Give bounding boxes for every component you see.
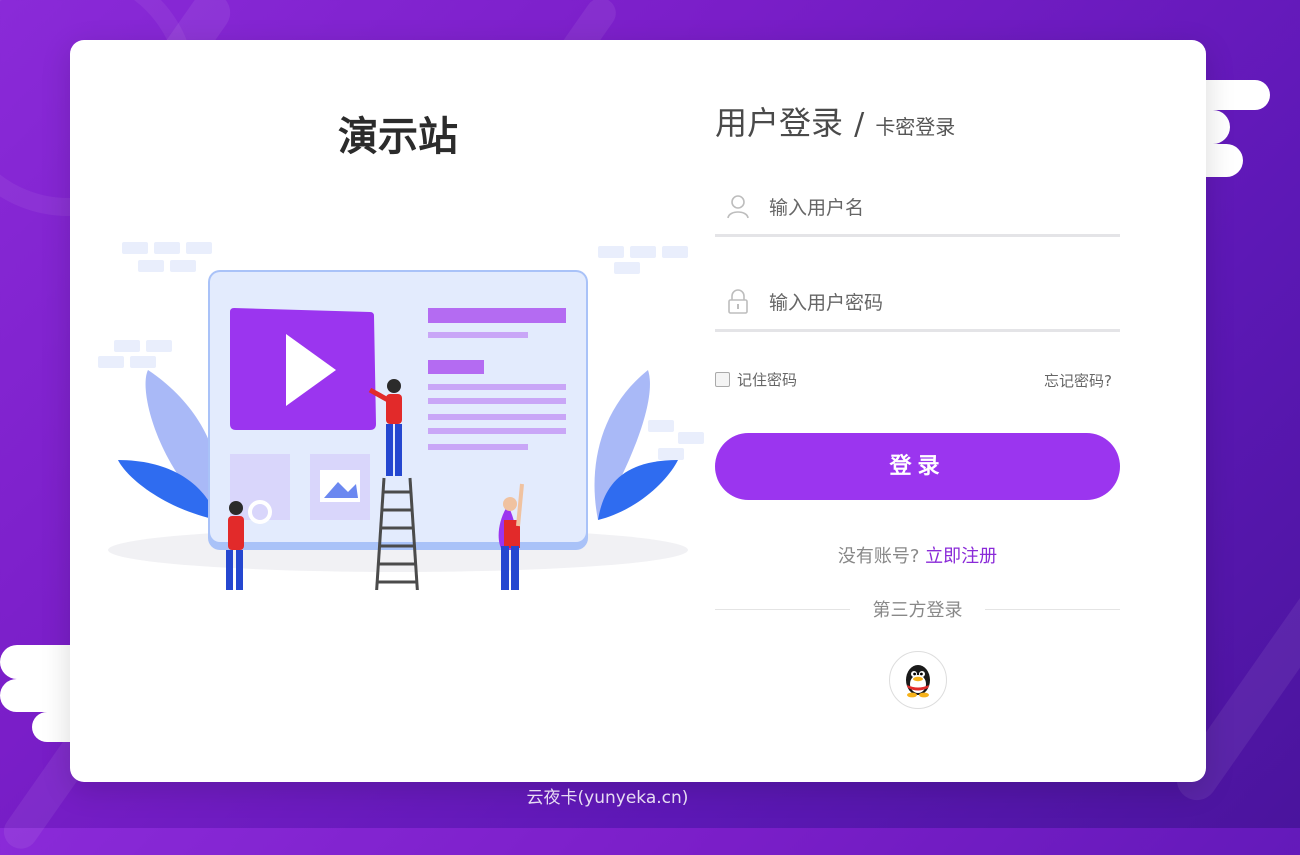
password-input[interactable] bbox=[767, 285, 1111, 321]
third-party-divider: 第三方登录 bbox=[715, 596, 1120, 622]
remember-checkbox[interactable] bbox=[715, 372, 730, 387]
password-field bbox=[715, 279, 1120, 332]
qq-penguin-icon bbox=[906, 665, 930, 698]
video-illustration bbox=[98, 242, 704, 590]
login-title: 用户登录 bbox=[715, 104, 844, 142]
username-field bbox=[715, 184, 1120, 237]
title-separator: / bbox=[854, 107, 865, 142]
login-button[interactable]: 登录 bbox=[715, 433, 1120, 500]
remember-label: 记住密码 bbox=[737, 371, 798, 389]
qq-login-button[interactable] bbox=[889, 651, 947, 709]
register-prompt: 没有账号? 立即注册 bbox=[715, 542, 1120, 568]
lock-icon bbox=[728, 289, 748, 314]
user-icon bbox=[727, 195, 749, 219]
third-party-label: 第三方登录 bbox=[872, 600, 963, 621]
footer-credit: 云夜卡(yunyeka.cn) bbox=[526, 788, 689, 808]
login-card: 演示站 用户登录 / 卡密登录 输入用户名 记住密码 忘记密码? 登录 没有账号… bbox=[70, 40, 1206, 782]
site-title: 演示站 bbox=[338, 114, 458, 160]
no-account-text: 没有账号? bbox=[837, 546, 920, 567]
remember-row: 记住密码 bbox=[715, 369, 797, 390]
card-key-login-tab[interactable]: 卡密登录 bbox=[875, 115, 955, 139]
login-header: 用户登录 / 卡密登录 bbox=[715, 98, 955, 144]
forgot-password-link[interactable]: 忘记密码? bbox=[1044, 370, 1112, 391]
username-input[interactable] bbox=[767, 190, 1111, 226]
register-link[interactable]: 立即注册 bbox=[925, 546, 997, 567]
